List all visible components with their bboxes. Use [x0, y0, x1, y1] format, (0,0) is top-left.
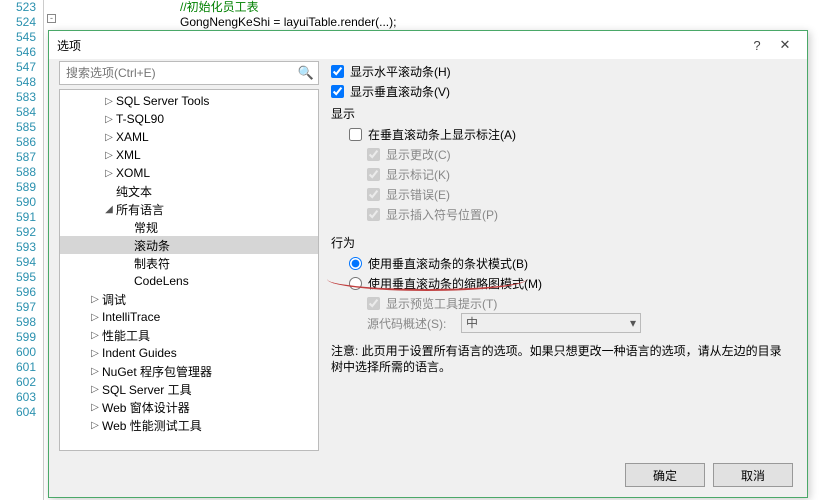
tree-item[interactable]: ◢所有语言	[60, 200, 318, 218]
option-marks: 显示标记(K)	[331, 164, 793, 184]
tree-item[interactable]: 常规	[60, 218, 318, 236]
highlight-annotation	[327, 267, 527, 291]
tree-item[interactable]: 纯文本	[60, 182, 318, 200]
tree-item[interactable]: ▷Indent Guides	[60, 344, 318, 362]
option-overview: 源代码概述(S): 中▾	[331, 313, 793, 333]
option-preview: 显示预览工具提示(T)	[331, 293, 793, 313]
tree-item[interactable]: ▷XAML	[60, 128, 318, 146]
tree-item[interactable]: ▷Web 性能测试工具	[60, 416, 318, 434]
background-code: //初始化员工表 GongNengKeShi = layuiTable.rend…	[60, 0, 396, 30]
tree-item[interactable]: ▷调试	[60, 290, 318, 308]
search-input[interactable]	[64, 65, 298, 81]
group-behavior: 行为	[331, 234, 793, 251]
tree-item[interactable]: ▷XML	[60, 146, 318, 164]
fold-toggle[interactable]: -	[47, 14, 56, 23]
option-errors: 显示错误(E)	[331, 184, 793, 204]
option-map-mode[interactable]: 使用垂直滚动条的缩略图模式(M)	[331, 273, 793, 293]
tree-item[interactable]: ▷Web 窗体设计器	[60, 398, 318, 416]
overview-combo: 中▾	[461, 313, 641, 333]
tree-item[interactable]: 滚动条	[60, 236, 318, 254]
dialog-title: 选项	[57, 37, 743, 54]
ok-button[interactable]: 确定	[625, 463, 705, 487]
tree-item[interactable]: ▷IntelliTrace	[60, 308, 318, 326]
tree-item[interactable]: CodeLens	[60, 272, 318, 290]
option-v-scroll[interactable]: 显示垂直滚动条(V)	[331, 81, 793, 101]
line-number-gutter: 5235245455465475485835845855865875885895…	[0, 0, 42, 420]
option-annotations[interactable]: 在垂直滚动条上显示标注(A)	[331, 124, 793, 144]
options-tree[interactable]: ▷SQL Server Tools▷T-SQL90▷XAML▷XML▷XOML纯…	[59, 89, 319, 451]
group-display: 显示	[331, 105, 793, 122]
close-button[interactable]: ✕	[771, 37, 799, 53]
tree-item[interactable]: ▷T-SQL90	[60, 110, 318, 128]
option-changes: 显示更改(C)	[331, 144, 793, 164]
search-icon: 🔍	[298, 65, 314, 81]
tree-item[interactable]: ▷SQL Server Tools	[60, 92, 318, 110]
tree-item[interactable]: ▷SQL Server 工具	[60, 380, 318, 398]
tree-item[interactable]: ▷NuGet 程序包管理器	[60, 362, 318, 380]
tree-item[interactable]: 制表符	[60, 254, 318, 272]
note-text: 注意: 此页用于设置所有语言的选项。如果只想更改一种语言的选项，请从左边的目录树…	[331, 343, 793, 375]
help-button[interactable]: ?	[743, 38, 771, 53]
option-h-scroll[interactable]: 显示水平滚动条(H)	[331, 61, 793, 81]
tree-item[interactable]: ▷性能工具	[60, 326, 318, 344]
option-caret: 显示插入符号位置(P)	[331, 204, 793, 224]
cancel-button[interactable]: 取消	[713, 463, 793, 487]
search-box[interactable]: 🔍	[59, 61, 319, 85]
tree-item[interactable]: ▷XOML	[60, 164, 318, 182]
options-dialog: 选项 ? ✕ 🔍 ▷SQL Server Tools▷T-SQL90▷XAML▷…	[48, 30, 808, 498]
